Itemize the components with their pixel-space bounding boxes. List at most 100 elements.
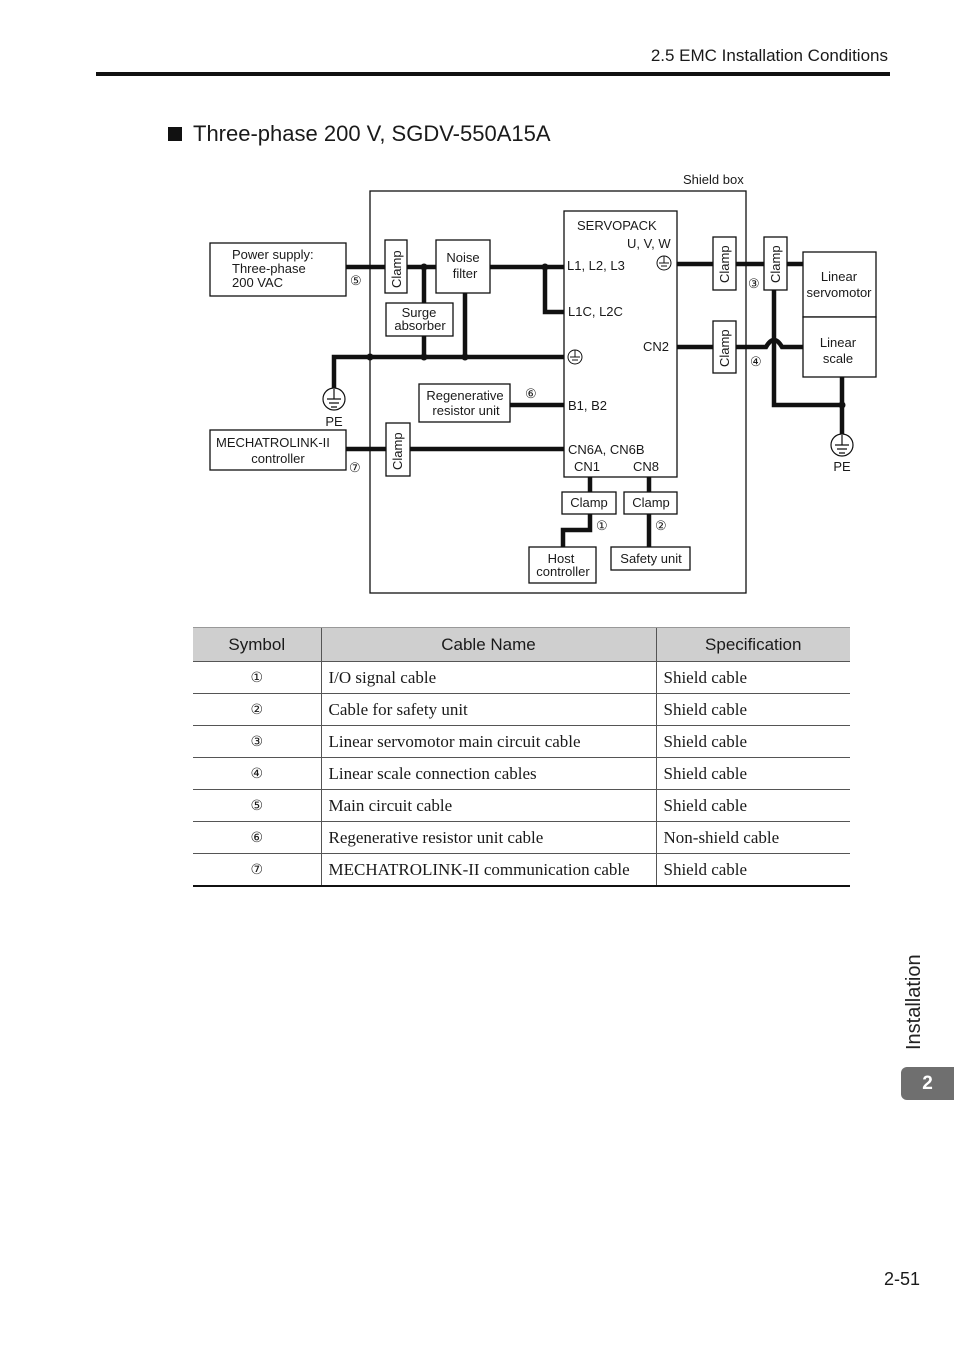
linear-scale-block: Linear scale: [802, 316, 877, 378]
cell-cable-name: Linear servomotor main circuit cable: [320, 725, 656, 758]
svg-text:Clamp: Clamp: [717, 329, 732, 367]
svg-text:PE: PE: [833, 459, 851, 474]
table-row: ⑤ Main circuit cable Shield cable: [193, 789, 850, 822]
svg-text:CN8: CN8: [633, 459, 659, 474]
cell-symbol: ①: [193, 661, 321, 694]
svg-text:CN1: CN1: [574, 459, 600, 474]
svg-text:Clamp: Clamp: [389, 250, 404, 288]
marker-2: ②: [655, 518, 667, 533]
table-row: ⑦ MECHATROLINK-II communication cable Sh…: [193, 853, 850, 887]
marker-1: ①: [596, 518, 608, 533]
cable-table: Symbol Cable Name Specification ① I/O si…: [193, 627, 850, 887]
cell-cable-name: I/O signal cable: [320, 661, 656, 694]
host-controller-block: Host controller: [528, 546, 597, 584]
cell-cable-name: Regenerative resistor unit cable: [320, 821, 656, 854]
svg-text:controller: controller: [251, 451, 305, 466]
table-row: ② Cable for safety unit Shield cable: [193, 693, 850, 726]
marker-5: ⑤: [350, 273, 362, 288]
safety-unit-block: Safety unit: [610, 546, 691, 571]
svg-text:U, V, W: U, V, W: [627, 236, 671, 251]
marker-6: ⑥: [525, 386, 537, 401]
svg-text:B1, B2: B1, B2: [568, 398, 607, 413]
svg-text:L1C, L2C: L1C, L2C: [568, 304, 623, 319]
svg-text:MECHATROLINK-II: MECHATROLINK-II: [216, 435, 330, 450]
table-row: ④ Linear scale connection cables Shield …: [193, 757, 850, 790]
svg-text:filter: filter: [453, 266, 478, 281]
ground-icon-servopack: [567, 349, 583, 365]
svg-text:absorber: absorber: [394, 318, 446, 333]
power-supply-block: Power supply: Three-phase 200 VAC: [209, 242, 347, 297]
clamp-power: Clamp: [384, 239, 408, 294]
surge-absorber-block: Surge absorber: [385, 302, 454, 337]
cell-cable-name: Main circuit cable: [320, 789, 656, 822]
svg-text:Clamp: Clamp: [717, 245, 732, 283]
svg-text:L1, L2, L3: L1, L2, L3: [567, 258, 625, 273]
cell-symbol: ⑥: [193, 821, 321, 854]
col-header-specification: Specification: [655, 627, 850, 662]
cell-symbol: ⑤: [193, 789, 321, 822]
page-number: 2-51: [883, 1269, 920, 1289]
svg-text:Noise: Noise: [446, 250, 479, 265]
cell-symbol: ⑦: [193, 853, 321, 887]
cell-cable-name: Linear scale connection cables: [320, 757, 656, 790]
wiring-diagram: Shield box Power supply: Three-phase 200…: [209, 172, 877, 594]
col-header-cable-name: Cable Name: [320, 627, 656, 662]
svg-text:PE: PE: [325, 414, 343, 429]
cell-specification: Shield cable: [655, 853, 850, 887]
clamp-cn8: Clamp: [623, 491, 678, 515]
ground-pe-right: PE: [830, 433, 854, 474]
svg-text:Clamp: Clamp: [632, 495, 670, 510]
svg-text:SERVOPACK: SERVOPACK: [577, 218, 657, 233]
chapter-side-label: Installation: [903, 954, 925, 1050]
svg-text:Regenerative: Regenerative: [426, 388, 503, 403]
svg-text:Clamp: Clamp: [768, 245, 783, 283]
svg-text:servomotor: servomotor: [806, 285, 872, 300]
col-header-symbol: Symbol: [193, 627, 321, 662]
svg-text:CN2: CN2: [643, 339, 669, 354]
cell-specification: Shield cable: [655, 661, 850, 694]
servopack-block: SERVOPACK U, V, W L1, L2, L3 L1C, L2C CN…: [563, 210, 678, 478]
svg-text:Power supply:: Power supply:: [232, 247, 314, 262]
svg-text:scale: scale: [823, 351, 853, 366]
svg-text:Clamp: Clamp: [390, 432, 405, 470]
svg-text:resistor unit: resistor unit: [432, 403, 500, 418]
linear-servomotor-block: Linear servomotor: [802, 251, 877, 318]
clamp-cn1: Clamp: [561, 491, 617, 515]
cell-symbol: ④: [193, 757, 321, 790]
cell-specification: Shield cable: [655, 789, 850, 822]
svg-text:Linear: Linear: [820, 335, 857, 350]
cell-symbol: ③: [193, 725, 321, 758]
regen-resistor-block: Regenerative resistor unit: [418, 383, 511, 423]
svg-text:Safety unit: Safety unit: [620, 551, 682, 566]
marker-4: ④: [750, 354, 762, 369]
cell-specification: Non-shield cable: [655, 821, 850, 854]
clamp-cn2: Clamp: [712, 320, 737, 374]
wire-cn1-host: [560, 514, 593, 547]
table-header-row: Symbol Cable Name Specification: [193, 627, 850, 662]
svg-text:200 VAC: 200 VAC: [232, 275, 283, 290]
cell-specification: Shield cable: [655, 693, 850, 726]
cell-specification: Shield cable: [655, 757, 850, 790]
wire-scale: [677, 337, 803, 350]
svg-text:Linear: Linear: [821, 269, 858, 284]
table-row: ③ Linear servomotor main circuit cable S…: [193, 725, 850, 758]
table-row: ① I/O signal cable Shield cable: [193, 661, 850, 694]
cell-specification: Shield cable: [655, 725, 850, 758]
ground-pe-left: PE: [322, 387, 346, 429]
svg-text:controller: controller: [536, 564, 590, 579]
wire-l1c: [542, 267, 564, 315]
noise-filter-block: Noise filter: [435, 239, 491, 294]
clamp-motor: Clamp: [763, 236, 788, 291]
svg-text:Three-phase: Three-phase: [232, 261, 306, 276]
marker-7: ⑦: [349, 460, 361, 475]
shield-box-label: Shield box: [683, 172, 744, 187]
svg-text:CN6A, CN6B: CN6A, CN6B: [568, 442, 645, 457]
ground-icon-uvw: [656, 255, 672, 271]
chapter-tab[interactable]: 2: [901, 1067, 954, 1100]
clamp-mechatrolink: Clamp: [385, 422, 411, 477]
cell-cable-name: Cable for safety unit: [320, 693, 656, 726]
cell-cable-name: MECHATROLINK-II communication cable: [320, 853, 656, 887]
clamp-uvw: Clamp: [712, 236, 737, 291]
svg-text:Clamp: Clamp: [570, 495, 608, 510]
cell-symbol: ②: [193, 693, 321, 726]
